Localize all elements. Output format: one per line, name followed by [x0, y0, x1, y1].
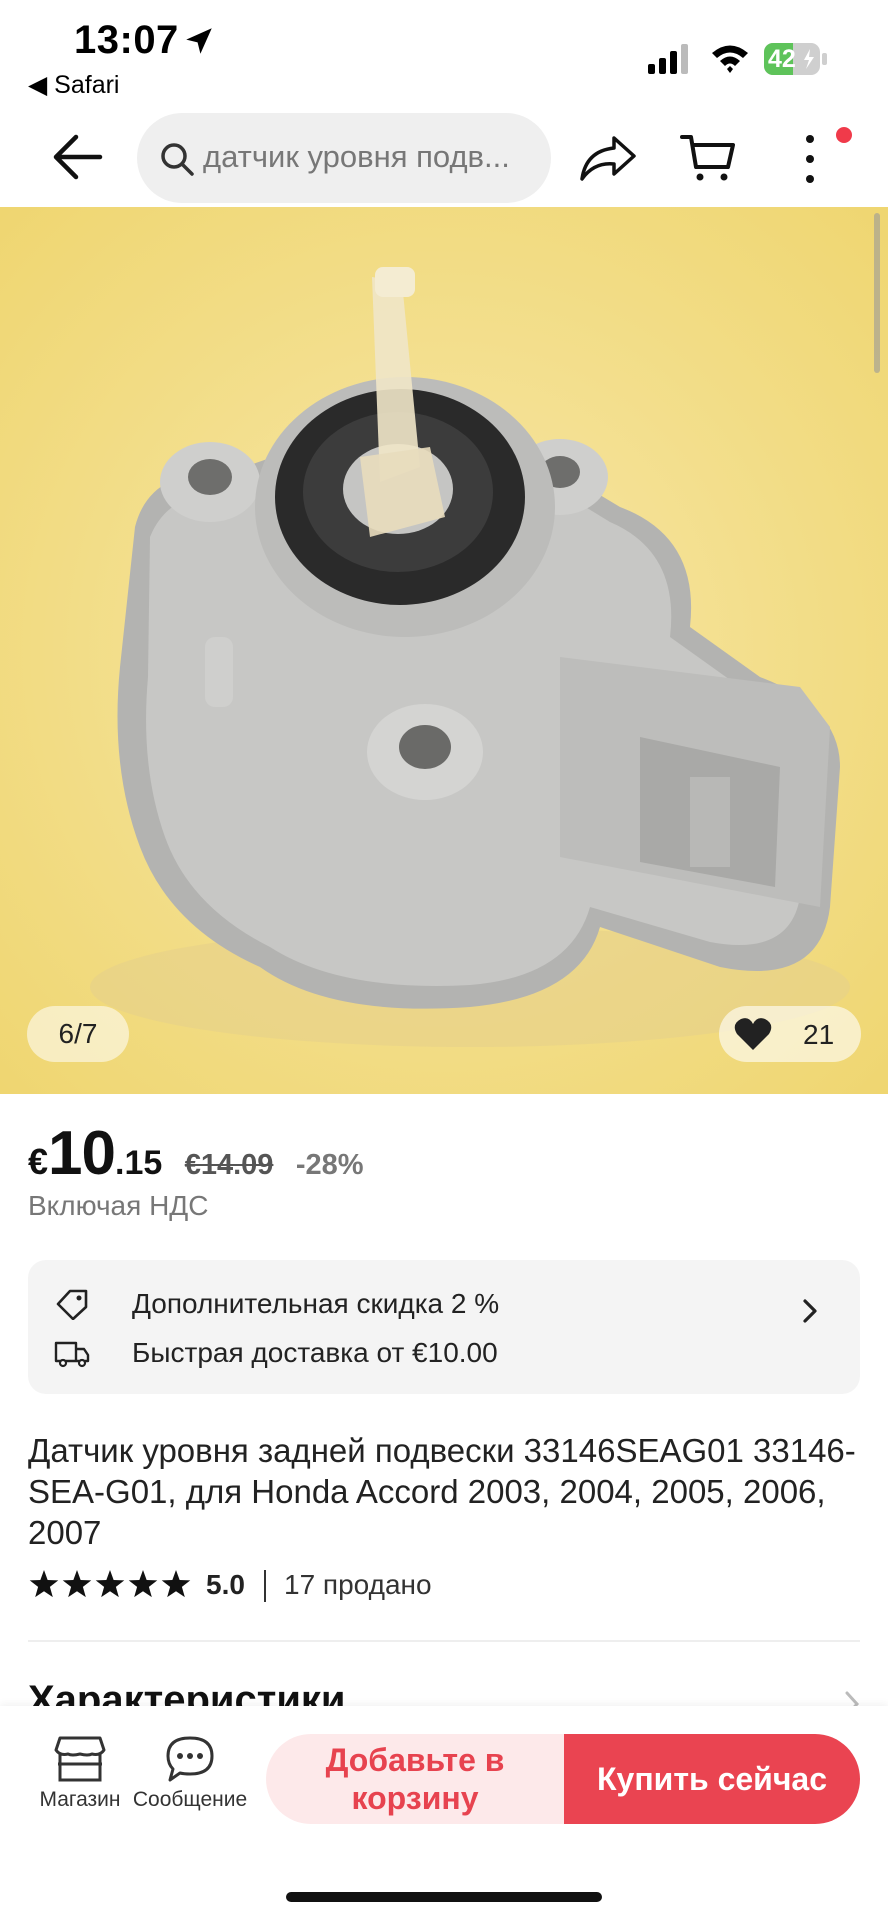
- message-button[interactable]: Сообщение: [120, 1734, 260, 1834]
- buy-now-button[interactable]: Купить сейчас: [564, 1734, 860, 1824]
- star-icon: [128, 1570, 158, 1598]
- rating-value: 5.0: [206, 1569, 245, 1600]
- discount-badge: -28%: [295, 1149, 364, 1181]
- tag-icon: [56, 1289, 88, 1320]
- divider: [264, 1570, 266, 1602]
- sold-count: 17 продано: [284, 1569, 432, 1600]
- vat-note: Включая НДС: [28, 1190, 209, 1221]
- rating-stars-icon: [29, 1570, 191, 1598]
- search-icon: [161, 143, 194, 176]
- wishlist-button[interactable]: 21: [719, 1006, 861, 1062]
- like-count: 21: [803, 1019, 835, 1050]
- star-icon: [62, 1570, 92, 1598]
- promo-discount-text: Дополнительная скидка 2 %: [132, 1288, 500, 1319]
- wifi-icon: [712, 45, 748, 73]
- share-icon[interactable]: [578, 133, 638, 183]
- search-input[interactable]: датчик уровня подв...: [203, 139, 543, 175]
- product-photo: [0, 207, 888, 1094]
- old-price: €14.09: [184, 1149, 274, 1181]
- buy-now-label: Купить сейчас: [597, 1760, 827, 1797]
- scrollbar[interactable]: [874, 213, 880, 373]
- heart-icon: [734, 1018, 772, 1050]
- chevron-right-icon[interactable]: [798, 1294, 822, 1328]
- top-navigation: датчик уровня подв...: [0, 105, 888, 207]
- store-icon: [54, 1736, 106, 1782]
- store-label: Магазин: [39, 1788, 121, 1811]
- store-button[interactable]: Магазин: [26, 1734, 134, 1834]
- add-to-cart-label: Добавьте в корзину: [325, 1742, 505, 1816]
- star-icon: [95, 1570, 125, 1598]
- product-image-gallery[interactable]: 6/7 21: [0, 207, 888, 1094]
- price-row: €10.15 €14.09 -28%: [28, 1118, 364, 1188]
- battery-level: 42: [768, 45, 796, 73]
- chat-bubble-icon: [166, 1736, 214, 1782]
- delivery-truck-icon: [54, 1341, 90, 1368]
- promo-delivery-text: Быстрая доставка от €10.00: [132, 1337, 498, 1368]
- star-icon: [29, 1570, 59, 1598]
- message-label: Сообщение: [132, 1788, 248, 1811]
- promo-box[interactable]: Дополнительная скидка 2 % Быстрая достав…: [28, 1260, 860, 1394]
- price-integer: 10: [48, 1119, 116, 1188]
- notification-dot: [836, 127, 852, 143]
- clock: 13:07: [74, 18, 179, 62]
- section-divider: [28, 1640, 860, 1642]
- more-options-icon[interactable]: [790, 129, 830, 189]
- price-decimal: .15: [115, 1144, 163, 1182]
- star-icon: [161, 1570, 191, 1598]
- search-bar[interactable]: датчик уровня подв...: [137, 113, 551, 203]
- battery-indicator: 42: [764, 43, 828, 75]
- back-to-safari[interactable]: ◀ Safari: [28, 70, 119, 100]
- product-title: Датчик уровня задней подвески 33146SEAG0…: [28, 1432, 856, 1551]
- status-bar: 13:07 ◀ Safari 42: [0, 0, 888, 105]
- cart-icon[interactable]: [680, 131, 736, 183]
- cellular-signal-icon: [648, 44, 688, 74]
- back-arrow-icon[interactable]: [50, 133, 104, 181]
- price-currency: €: [28, 1141, 49, 1182]
- add-to-cart-button[interactable]: Добавьте в корзину: [266, 1734, 564, 1824]
- bottom-action-bar: Магазин Сообщение Добавьте в корзину Куп…: [0, 1706, 888, 1920]
- image-counter: 6/7: [27, 1006, 129, 1062]
- location-arrow-icon: [186, 28, 212, 54]
- home-indicator[interactable]: [286, 1892, 602, 1902]
